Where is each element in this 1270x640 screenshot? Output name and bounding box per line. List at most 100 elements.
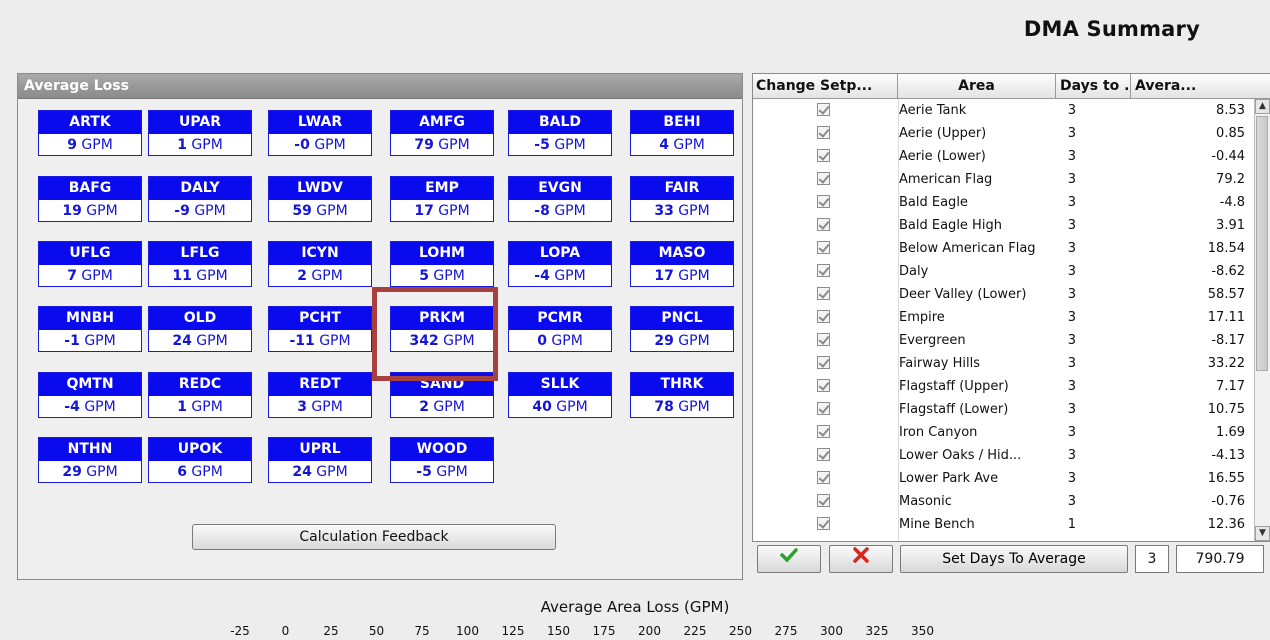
- tile-number: -5: [534, 137, 550, 153]
- change-setpoint-checkbox[interactable]: [817, 241, 830, 254]
- vertical-scrollbar[interactable]: ▲ ▼: [1254, 99, 1270, 541]
- tile-value: -4 GPM: [509, 265, 611, 287]
- dma-tile-daly[interactable]: DALY -9 GPM: [148, 176, 252, 222]
- dma-tile-lopa[interactable]: LOPA -4 GPM: [508, 241, 612, 287]
- table-row[interactable]: Bald Eagle High 3 3.91: [753, 214, 1249, 237]
- change-setpoint-checkbox[interactable]: [817, 517, 830, 530]
- tile-value: 11 GPM: [149, 265, 251, 287]
- dma-tile-lohm[interactable]: LOHM 5 GPM: [390, 241, 494, 287]
- table-row[interactable]: Masonic 3 -0.76: [753, 490, 1249, 513]
- dma-tile-pncl[interactable]: PNCL 29 GPM: [630, 306, 734, 352]
- table-row[interactable]: Bald Eagle 3 -4.8: [753, 191, 1249, 214]
- average-cell: -8.62: [1211, 264, 1245, 279]
- tile-value: 342 GPM: [391, 330, 493, 352]
- dma-tile-uflg[interactable]: UFLG 7 GPM: [38, 241, 142, 287]
- dma-tile-old[interactable]: OLD 24 GPM: [148, 306, 252, 352]
- scrollbar-thumb[interactable]: [1256, 116, 1268, 371]
- table-row[interactable]: Iron Canyon 3 1.69: [753, 421, 1249, 444]
- change-setpoint-checkbox[interactable]: [817, 333, 830, 346]
- scroll-down-icon[interactable]: ▼: [1255, 526, 1270, 541]
- dma-tile-pcht[interactable]: PCHT -11 GPM: [268, 306, 372, 352]
- column-header-change-setpoint[interactable]: Change Setp...: [753, 74, 898, 98]
- column-header-area[interactable]: Area: [898, 74, 1056, 98]
- dma-tile-bafg[interactable]: BAFG 19 GPM: [38, 176, 142, 222]
- tile-value: -4 GPM: [39, 396, 141, 418]
- average-cell: 3.91: [1216, 218, 1245, 233]
- scroll-up-icon[interactable]: ▲: [1255, 99, 1270, 114]
- average-cell: 1.69: [1216, 425, 1245, 440]
- table-row[interactable]: Below American Flag 3 18.54: [753, 237, 1249, 260]
- dma-tile-lwar[interactable]: LWAR -0 GPM: [268, 110, 372, 156]
- dma-tile-prkm[interactable]: PRKM 342 GPM: [390, 306, 494, 352]
- table-row[interactable]: Evergreen 3 -8.17: [753, 329, 1249, 352]
- table-row[interactable]: Lower Park Ave 3 16.55: [753, 467, 1249, 490]
- dma-tile-nthn[interactable]: NTHN 29 GPM: [38, 437, 142, 483]
- change-setpoint-checkbox[interactable]: [817, 494, 830, 507]
- table-row[interactable]: Fairway Hills 3 33.22: [753, 352, 1249, 375]
- table-row[interactable]: Mine Bench 1 12.36: [753, 513, 1249, 536]
- dma-tile-lwdv[interactable]: LWDV 59 GPM: [268, 176, 372, 222]
- dma-tile-wood[interactable]: WOOD -5 GPM: [390, 437, 494, 483]
- table-row[interactable]: American Flag 3 79.2: [753, 168, 1249, 191]
- table-row[interactable]: Lower Oaks / Hid... 3 -4.13: [753, 444, 1249, 467]
- column-header-days[interactable]: Days to ...: [1056, 74, 1131, 98]
- table-row[interactable]: Daly 3 -8.62: [753, 260, 1249, 283]
- average-cell: 58.57: [1207, 287, 1245, 302]
- change-setpoint-checkbox[interactable]: [817, 149, 830, 162]
- change-setpoint-checkbox[interactable]: [817, 172, 830, 185]
- table-row[interactable]: Aerie Tank 3 8.53: [753, 99, 1249, 122]
- dma-tile-upar[interactable]: UPAR 1 GPM: [148, 110, 252, 156]
- dma-tile-pcmr[interactable]: PCMR 0 GPM: [508, 306, 612, 352]
- change-setpoint-checkbox[interactable]: [817, 402, 830, 415]
- change-setpoint-checkbox[interactable]: [817, 126, 830, 139]
- change-setpoint-checkbox[interactable]: [817, 448, 830, 461]
- dma-tile-uprl[interactable]: UPRL 24 GPM: [268, 437, 372, 483]
- dma-tile-artk[interactable]: ARTK 9 GPM: [38, 110, 142, 156]
- change-setpoint-checkbox[interactable]: [817, 287, 830, 300]
- dma-tile-upok[interactable]: UPOK 6 GPM: [148, 437, 252, 483]
- table-row[interactable]: Flagstaff (Lower) 3 10.75: [753, 398, 1249, 421]
- dma-tile-amfg[interactable]: AMFG 79 GPM: [390, 110, 494, 156]
- accept-button[interactable]: [757, 545, 821, 573]
- dma-tile-evgn[interactable]: EVGN -8 GPM: [508, 176, 612, 222]
- days-input[interactable]: 3: [1135, 545, 1169, 573]
- change-setpoint-checkbox[interactable]: [817, 195, 830, 208]
- days-cell: 3: [1067, 103, 1076, 118]
- column-header-average[interactable]: Avera...: [1131, 74, 1270, 98]
- dma-tile-redt[interactable]: REDT 3 GPM: [268, 372, 372, 418]
- dma-tile-bald[interactable]: BALD -5 GPM: [508, 110, 612, 156]
- table-row[interactable]: Deer Valley (Lower) 3 58.57: [753, 283, 1249, 306]
- dma-summary-table: Change Setp... Area Days to ... Avera...…: [752, 73, 1270, 542]
- table-row[interactable]: Empire 3 17.11: [753, 306, 1249, 329]
- table-row[interactable]: Aerie (Lower) 3 -0.44: [753, 145, 1249, 168]
- dma-tile-behi[interactable]: BEHI 4 GPM: [630, 110, 734, 156]
- calculation-feedback-button[interactable]: Calculation Feedback: [192, 524, 556, 550]
- dma-tile-thrk[interactable]: THRK 78 GPM: [630, 372, 734, 418]
- dma-tile-sand[interactable]: SAND 2 GPM: [390, 372, 494, 418]
- dma-tile-fair[interactable]: FAIR 33 GPM: [630, 176, 734, 222]
- table-row[interactable]: Aerie (Upper) 3 0.85: [753, 122, 1249, 145]
- dma-tile-mnbh[interactable]: MNBH -1 GPM: [38, 306, 142, 352]
- change-setpoint-checkbox[interactable]: [817, 218, 830, 231]
- change-setpoint-checkbox[interactable]: [817, 310, 830, 323]
- change-setpoint-checkbox[interactable]: [817, 103, 830, 116]
- x-tick-label: -25: [230, 624, 250, 638]
- change-setpoint-checkbox[interactable]: [817, 356, 830, 369]
- tile-code: PCHT: [269, 307, 371, 330]
- set-days-to-average-button[interactable]: Set Days To Average: [900, 545, 1128, 573]
- dma-tile-redc[interactable]: REDC 1 GPM: [148, 372, 252, 418]
- reject-button[interactable]: [829, 545, 893, 573]
- change-setpoint-checkbox[interactable]: [817, 379, 830, 392]
- page-title: DMA Summary: [1023, 17, 1200, 41]
- dma-tile-sllk[interactable]: SLLK 40 GPM: [508, 372, 612, 418]
- dma-tile-maso[interactable]: MASO 17 GPM: [630, 241, 734, 287]
- dma-tile-qmtn[interactable]: QMTN -4 GPM: [38, 372, 142, 418]
- dma-tile-lflg[interactable]: LFLG 11 GPM: [148, 241, 252, 287]
- change-setpoint-checkbox[interactable]: [817, 264, 830, 277]
- dma-tile-emp[interactable]: EMP 17 GPM: [390, 176, 494, 222]
- tile-unit: GPM: [554, 268, 586, 284]
- change-setpoint-checkbox[interactable]: [817, 425, 830, 438]
- dma-tile-icyn[interactable]: ICYN 2 GPM: [268, 241, 372, 287]
- table-row[interactable]: Flagstaff (Upper) 3 7.17: [753, 375, 1249, 398]
- change-setpoint-checkbox[interactable]: [817, 471, 830, 484]
